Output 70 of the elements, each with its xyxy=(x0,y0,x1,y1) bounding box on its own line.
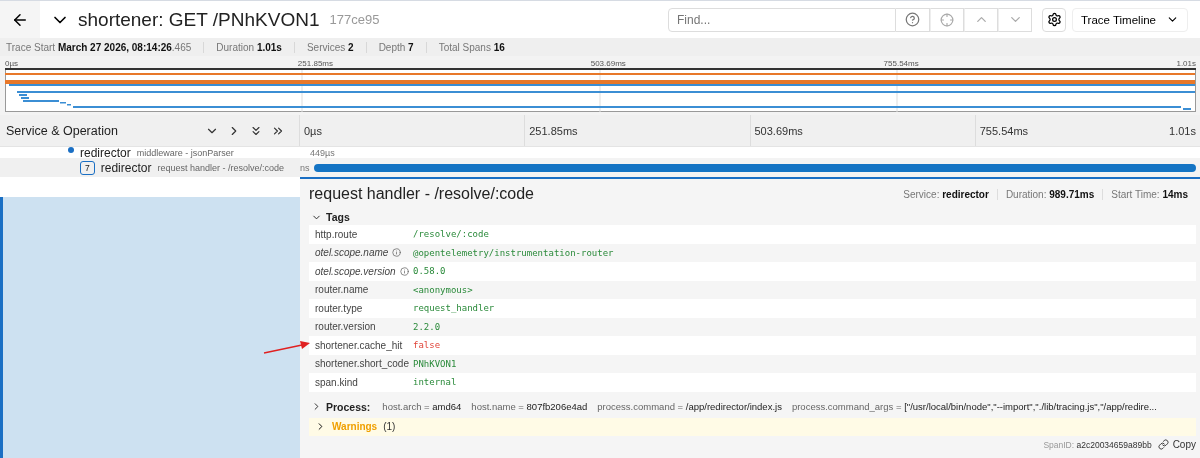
operation-name: middleware - jsonParser xyxy=(136,147,234,158)
tag-key: shortener.short_code xyxy=(315,358,409,370)
settings-button[interactable] xyxy=(1042,7,1066,32)
tick-label: 755.54ms xyxy=(979,124,1029,137)
process-item: host.name = 807fb206e4ad xyxy=(471,401,588,412)
tick-label: 755.54ms xyxy=(883,59,919,68)
back-button[interactable] xyxy=(0,1,40,38)
crosshair-icon xyxy=(940,12,954,27)
span-row[interactable]: 7 redirector request handler - /resolve/:code xyxy=(0,158,300,177)
warnings-toggle[interactable]: Warnings (1) xyxy=(309,417,1196,436)
tag-value: <anonymous> xyxy=(413,284,473,295)
tick-label: 1.01s xyxy=(1169,124,1196,137)
tag-key: span.kind xyxy=(315,376,358,388)
help-button[interactable] xyxy=(896,7,930,32)
operation-name: request handler - /resolve/:code xyxy=(157,162,284,173)
span-info: Service: redirector xyxy=(902,188,990,200)
tags-toggle[interactable]: Tags xyxy=(309,209,1196,225)
tick-label: 251.85ms xyxy=(297,59,333,68)
info-icon xyxy=(399,266,409,276)
tag-value: false xyxy=(413,340,441,351)
tag-value: @opentelemetry/instrumentation-router xyxy=(413,247,614,258)
summary-item: Duration 1.01s xyxy=(216,41,295,53)
info-icon xyxy=(392,248,402,258)
span-title: request handler - /resolve/:code xyxy=(309,185,535,203)
tag-key: router.version xyxy=(315,321,376,333)
status-dot-icon xyxy=(68,147,74,153)
duration-label: ns xyxy=(300,162,310,173)
span-info: Start Time: 14ms xyxy=(1102,188,1196,200)
tag-value: PNhKVON1 xyxy=(413,358,457,369)
summary-item: Trace Start March 27 2026, 08:14:26.465 xyxy=(6,41,205,53)
summary-item: Total Spans 16 xyxy=(438,41,506,53)
tag-key: router.type xyxy=(315,302,363,314)
span-info: Duration: 989.71ms xyxy=(996,188,1103,200)
tag-key: http.route xyxy=(315,228,358,240)
settings-icon xyxy=(1046,12,1062,27)
tag-key: shortener.cache_hit xyxy=(315,339,403,351)
tag-value: 0.58.0 xyxy=(413,266,446,277)
service-name: redirector xyxy=(100,160,152,175)
process-item: process.command_args = ["/usr/local/bin/node","--import","./lib/tracing.js","/app/redire... xyxy=(791,401,1157,412)
tick-label: 503.69ms xyxy=(754,124,803,137)
tick-label: 0µs xyxy=(304,124,322,137)
tick-label: 251.85ms xyxy=(529,124,578,137)
link-icon xyxy=(1157,439,1169,450)
trace-title: shortener: GET /PNhKVON1 xyxy=(78,8,320,31)
process-item: host.arch = amd64 xyxy=(382,401,462,412)
tick-label: 1.01s xyxy=(1176,59,1196,68)
tag-value: 2.2.0 xyxy=(413,321,441,332)
help-icon xyxy=(905,12,920,27)
tag-value: request_handler xyxy=(413,303,495,314)
summary-item: Depth 7 xyxy=(378,41,427,53)
span-id: SpanID: a2c20034659a89bb xyxy=(1043,439,1152,450)
column-title: Service & Operation xyxy=(6,123,119,138)
service-name: redirector xyxy=(80,145,131,160)
child-count-badge: 7 xyxy=(80,160,95,175)
find-field[interactable]: Find... xyxy=(668,7,896,32)
process-toggle[interactable]: Process: xyxy=(309,398,373,415)
view-dropdown[interactable]: Trace Timeline xyxy=(1072,7,1188,32)
tag-key: otel.scope.version xyxy=(315,265,396,277)
tick-label: 503.69ms xyxy=(590,59,626,68)
tag-key: router.name xyxy=(315,284,369,296)
tag-value: internal xyxy=(413,377,457,388)
tag-value: /resolve/:code xyxy=(413,229,489,240)
trace-id: 177ce95 xyxy=(329,12,380,27)
copy-button[interactable]: Copy xyxy=(1157,439,1196,450)
annotation-arrow xyxy=(262,340,312,356)
process-item: process.command = /app/redirector/index.js xyxy=(597,401,782,412)
summary-item: Services 2 xyxy=(306,41,367,53)
tag-key: otel.scope.name xyxy=(315,247,389,259)
duration-label: 449µs xyxy=(310,147,335,158)
tick-label: 0µs xyxy=(5,59,19,68)
